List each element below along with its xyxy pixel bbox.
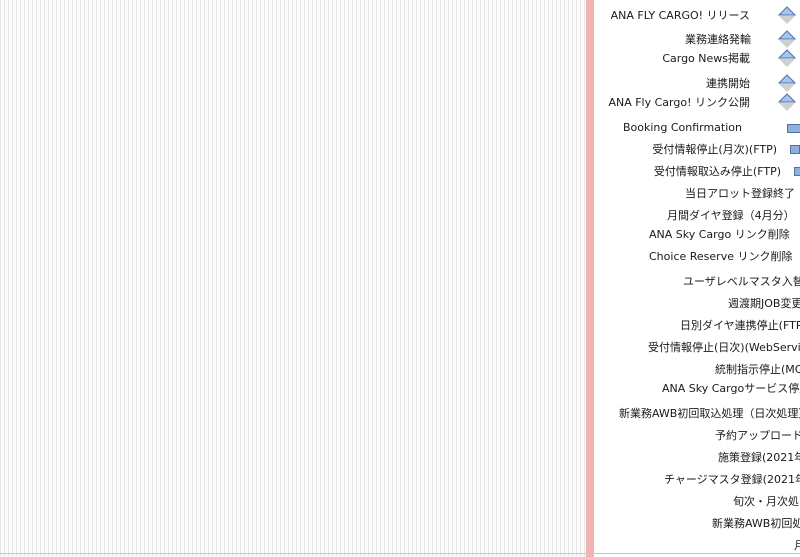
- task-row[interactable]: ANA Sky Cargoサービス停止: [594, 380, 800, 398]
- task-label: 旬次・月次処: [733, 495, 799, 508]
- task-row[interactable]: Booking Confirmation: [594, 119, 800, 137]
- task-row[interactable]: 施策登録(2021年: [594, 449, 800, 467]
- task-row[interactable]: 受付情報停止(日次)(WebService): [594, 339, 800, 357]
- task-row[interactable]: 受付情報取込み停止(FTP): [594, 163, 800, 181]
- task-label: 統制指示停止(MQ): [715, 363, 800, 376]
- task-list: ANA FLY CARGO! リリース 業務連絡発輸 Cargo News掲載 …: [594, 0, 800, 557]
- task-row[interactable]: Choice Reserve リンク削除: [594, 248, 800, 266]
- milestone-icon[interactable]: [778, 93, 796, 115]
- task-row[interactable]: 新業務AWB初回処: [594, 515, 800, 533]
- task-label: 受付情報取込み停止(FTP): [653, 165, 781, 178]
- task-row[interactable]: 日別ダイヤ連携停止(FTP): [594, 317, 800, 335]
- bottom-divider: [0, 553, 800, 554]
- task-label: ANA FLY CARGO! リリース: [610, 9, 750, 22]
- task-row[interactable]: 統制指示停止(MQ): [594, 361, 800, 379]
- task-label: ユーザレベルマスタ入替: [683, 275, 800, 288]
- task-label: 予約アップロード: [715, 429, 800, 442]
- task-row[interactable]: 予約アップロード: [594, 427, 800, 445]
- task-label: 週渡期JOB変更: [728, 297, 800, 310]
- task-label: 新業務AWB初回取込処理（日次処理）: [619, 407, 800, 420]
- task-bar-icon[interactable]: [794, 167, 800, 176]
- gantt-chart-area[interactable]: [0, 0, 586, 557]
- task-label: 業務連絡発輸: [685, 33, 751, 46]
- task-label: 受付情報停止(日次)(WebService): [648, 341, 800, 354]
- task-row[interactable]: 連携開始: [594, 74, 800, 93]
- task-row[interactable]: チャージマスタ登録(2021年: [594, 471, 800, 489]
- today-line: [586, 0, 594, 557]
- task-label: 施策登録(2021年: [718, 451, 800, 464]
- task-row[interactable]: 旬次・月次処: [594, 493, 800, 511]
- task-bar-icon[interactable]: [787, 124, 800, 133]
- task-row[interactable]: 当日アロット登録終了: [594, 185, 800, 203]
- task-row[interactable]: 週渡期JOB変更: [594, 295, 800, 313]
- task-bar-icon[interactable]: [790, 145, 800, 154]
- task-label: Booking Confirmation: [622, 121, 742, 134]
- task-label: チャージマスタ登録(2021年: [664, 473, 800, 486]
- task-row[interactable]: ANA Sky Cargo リンク削除: [594, 226, 800, 244]
- task-row[interactable]: Cargo News掲載: [594, 49, 800, 71]
- task-row[interactable]: ANA Fly Cargo! リンク公開: [594, 93, 800, 115]
- task-row[interactable]: 新業務AWB初回取込処理（日次処理）: [594, 405, 800, 423]
- task-row[interactable]: 月間ダイヤ登録（4月分）: [594, 207, 800, 225]
- task-label: 当日アロット登録終了: [685, 187, 795, 200]
- task-row[interactable]: ユーザレベルマスタ入替: [594, 273, 800, 291]
- task-label: Choice Reserve リンク削除: [649, 250, 793, 263]
- task-row[interactable]: 業務連絡発輸: [594, 30, 800, 49]
- task-label: ANA Sky Cargo リンク削除: [649, 228, 790, 241]
- milestone-icon[interactable]: [778, 6, 796, 28]
- task-label: ANA Fly Cargo! リンク公開: [608, 96, 750, 109]
- task-label: 受付情報停止(月次)(FTP): [652, 143, 777, 156]
- task-label: Cargo News掲載: [662, 52, 750, 65]
- task-label: 連携開始: [706, 77, 750, 90]
- task-label: 日別ダイヤ連携停止(FTP): [680, 319, 800, 332]
- task-label: ANA Sky Cargoサービス停止: [662, 382, 800, 395]
- task-list-panel: ANA FLY CARGO! リリース 業務連絡発輸 Cargo News掲載 …: [594, 0, 800, 557]
- milestone-icon[interactable]: [778, 49, 796, 71]
- task-label: 新業務AWB初回処: [712, 517, 800, 530]
- task-label: 月間ダイヤ登録（4月分）: [667, 209, 795, 222]
- task-row[interactable]: 受付情報停止(月次)(FTP): [594, 141, 800, 159]
- task-row[interactable]: ANA FLY CARGO! リリース: [594, 6, 800, 28]
